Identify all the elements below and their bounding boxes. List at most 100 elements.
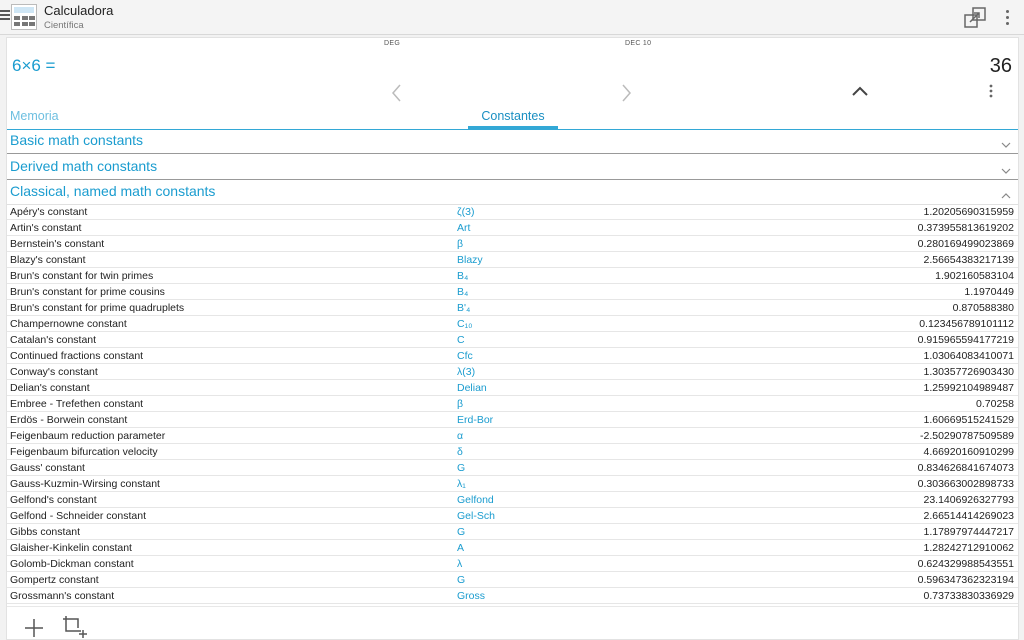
constant-name: Brun's constant for prime quadruplets	[10, 302, 185, 314]
number-base: DEC 10	[625, 40, 652, 47]
chevron-right-icon[interactable]	[619, 82, 633, 104]
result-display: 36	[989, 55, 1012, 77]
constant-value: 0.280169499023869	[917, 238, 1014, 250]
constant-row[interactable]: Brun's constant for twin primes B₄ 1.90216…	[7, 268, 1018, 284]
constant-row[interactable]: Feigenbaum reduction parameter α -2.502907…	[7, 428, 1018, 444]
constant-value: 0.303663002898733	[917, 478, 1014, 490]
constant-symbol: Cfc	[457, 350, 473, 362]
calculator-panel: DEG DEC 10 6×6 = 36 Memoria Constantes B…	[6, 37, 1019, 640]
hamburger-icon[interactable]	[0, 8, 10, 24]
constant-symbol: β	[457, 238, 464, 250]
constant-name: Blazy's constant	[10, 254, 86, 266]
constant-value: 1.20205690315959	[923, 206, 1014, 218]
constant-value: 0.70258	[976, 398, 1014, 410]
constant-row[interactable]: Erdös - Borwein constant Erd-Bor 1.6066951…	[7, 412, 1018, 428]
constant-value: 0.123456789101112	[919, 318, 1014, 330]
constant-symbol: C₁₀	[457, 318, 473, 330]
constant-name: Embree - Trefethen constant	[10, 398, 144, 410]
constant-symbol: Erd-Bor	[457, 414, 494, 426]
constant-row[interactable]: Bernstein's constant β 0.280169499023869	[7, 236, 1018, 252]
constant-value: 0.73733830336929	[923, 590, 1014, 602]
plus-icon[interactable]	[23, 617, 45, 639]
chevron-down-icon	[1001, 136, 1011, 148]
constant-row[interactable]: Gompertz constant G 0.596347362323194	[7, 572, 1018, 588]
app-title: Calculadora	[44, 3, 114, 18]
constant-row[interactable]: Gauss' constant G 0.834626841674073	[7, 460, 1018, 476]
constant-row[interactable]: Glaisher-Kinkelin constant A 1.28242712910…	[7, 540, 1018, 556]
constant-value: 23.1406926327793	[923, 494, 1014, 506]
app-subtitle: Científica	[44, 20, 84, 31]
constant-symbol: Gelfond	[457, 494, 494, 506]
constant-symbol: B'₄	[457, 302, 471, 314]
constant-name: Bernstein's constant	[10, 238, 105, 250]
constant-name: Feigenbaum bifurcation velocity	[10, 446, 158, 458]
angle-mode: DEG	[384, 40, 401, 47]
tab-memoria[interactable]: Memoria	[10, 109, 59, 123]
constant-symbol: A	[457, 542, 465, 554]
constant-symbol: G	[457, 462, 466, 474]
vertical-dots-icon[interactable]	[987, 84, 995, 106]
constant-row[interactable]: Apéry's constant ζ(3) 1.20205690315959	[7, 204, 1018, 220]
constant-symbol: Delian	[457, 382, 487, 394]
vertical-dots-icon[interactable]	[1002, 8, 1014, 26]
constant-row[interactable]: Blazy's constant Blazy 2.56654383217139	[7, 252, 1018, 268]
constant-symbol: Art	[457, 222, 471, 234]
constant-row[interactable]: Continued fractions constant Cfc 1.0306408…	[7, 348, 1018, 364]
constant-name: Brun's constant for twin primes	[10, 270, 154, 282]
constant-symbol: β	[457, 398, 464, 410]
chevron-up-icon[interactable]	[850, 84, 870, 106]
constant-value: 0.834626841674073	[917, 462, 1014, 474]
constant-value: 1.25992104989487	[923, 382, 1014, 394]
tab-constantes[interactable]: Constantes	[468, 109, 558, 123]
constant-symbol: B₄	[457, 286, 469, 298]
constant-symbol: ζ(3)	[457, 206, 475, 218]
constant-row[interactable]: Gelfond's constant Gelfond 23.140692632779…	[7, 492, 1018, 508]
constant-row[interactable]: Feigenbaum bifurcation velocity δ 4.669201…	[7, 444, 1018, 460]
constant-name: Golomb-Dickman constant	[10, 558, 134, 570]
constant-value: 2.56654383217139	[923, 254, 1014, 266]
constant-symbol: δ	[457, 446, 463, 458]
constant-name: Artin's constant	[10, 222, 82, 234]
constant-row[interactable]: Grossmann's constant Gross 0.7373383033692…	[7, 588, 1018, 604]
constant-symbol: α	[457, 430, 464, 442]
constant-value: 1.03064083410071	[923, 350, 1014, 362]
constant-name: Glaisher-Kinkelin constant	[10, 542, 132, 554]
chevron-left-icon[interactable]	[390, 82, 404, 104]
constant-name: Erdös - Borwein constant	[10, 414, 128, 426]
constant-symbol: λ	[457, 558, 463, 570]
expression-display: 6×6 =	[12, 56, 56, 75]
constant-value: 1.28242712910062	[923, 542, 1014, 554]
constant-value: 0.596347362323194	[917, 574, 1014, 586]
section-classical-named-constants[interactable]: Classical, named math constants	[7, 179, 1018, 205]
constant-row[interactable]: Conway's constant λ(3) 1.30357726903430	[7, 364, 1018, 380]
constant-row[interactable]: Brun's constant for prime cousins B₄ 1.197…	[7, 284, 1018, 300]
constant-name: Catalan's constant	[10, 334, 97, 346]
constant-name: Gibbs constant	[10, 526, 81, 538]
constant-name: Champernowne constant	[10, 318, 127, 330]
constant-row[interactable]: Embree - Trefethen constant β 0.70258	[7, 396, 1018, 412]
constant-value: -2.50290787509589	[919, 430, 1014, 442]
constant-value: 0.870588380	[952, 302, 1014, 314]
constant-value: 0.624329988543551	[917, 558, 1014, 570]
constant-row[interactable]: Delian's constant Delian 1.25992104989487	[7, 380, 1018, 396]
constant-name: Delian's constant	[10, 382, 90, 394]
constant-value: 1.60669515241529	[923, 414, 1014, 426]
window-resize-icon[interactable]	[964, 7, 986, 29]
constant-symbol: λ(3)	[457, 366, 476, 378]
constant-symbol: G	[457, 574, 466, 586]
constant-row[interactable]: Golomb-Dickman constant λ 0.62432998854355…	[7, 556, 1018, 572]
constant-value: 1.902160583104	[935, 270, 1014, 282]
constant-row[interactable]: Gauss-Kuzmin-Wirsing constant λ₁ 0.3036630…	[7, 476, 1018, 492]
chevron-down-icon	[1001, 162, 1011, 174]
constant-name: Grossmann's constant	[10, 590, 115, 602]
constant-row[interactable]: Brun's constant for prime quadruplets B'₄…	[7, 300, 1018, 316]
section-derived-math-constants[interactable]: Derived math constants	[7, 154, 1018, 180]
constant-row[interactable]: Champernowne constant C₁₀ 0.12345678910111…	[7, 316, 1018, 332]
constant-row[interactable]: Gibbs constant G 1.17897974447217	[7, 524, 1018, 540]
constant-row[interactable]: Artin's constant Art 0.373955813619202	[7, 220, 1018, 236]
section-basic-math-constants[interactable]: Basic math constants	[7, 128, 1018, 154]
constant-symbol: Blazy	[457, 254, 483, 266]
constant-row[interactable]: Gelfond - Schneider constant Gel-Sch 2.665…	[7, 508, 1018, 524]
constant-row[interactable]: Catalan's constant C 0.915965594177219	[7, 332, 1018, 348]
crop-add-icon[interactable]	[63, 615, 89, 639]
